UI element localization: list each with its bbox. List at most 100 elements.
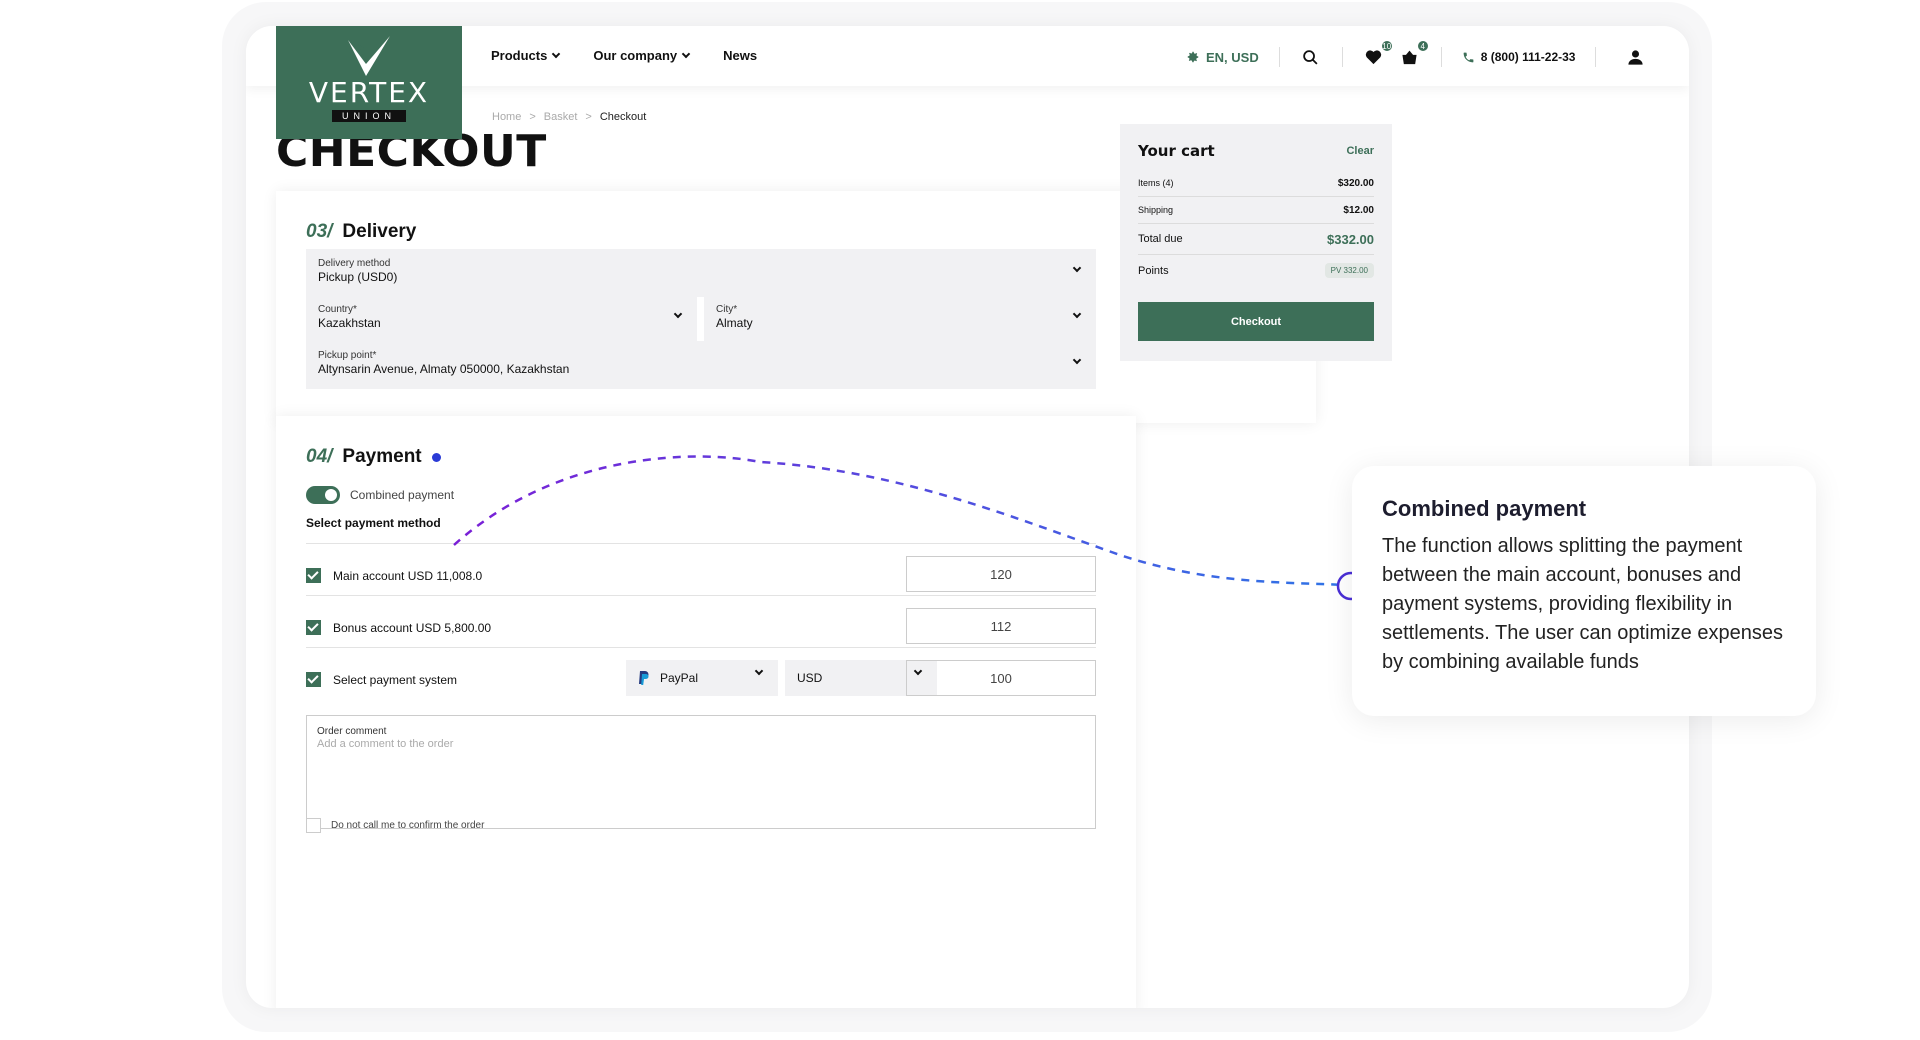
delivery-method-select[interactable]: Delivery method Pickup (USD0) xyxy=(306,249,1096,297)
section-number: 04/ xyxy=(306,446,333,467)
checkmark-logo-icon xyxy=(348,36,390,76)
combined-payment-toggle[interactable] xyxy=(306,486,340,504)
payment-system-value: PayPal xyxy=(660,671,699,685)
user-icon xyxy=(1628,49,1643,65)
option-label: Do not call me to confirm the order xyxy=(331,820,485,831)
header-actions: EN, USD 10 4 8 (800) 111-22-33 xyxy=(1186,40,1646,68)
bonus-account-amount-input[interactable]: 112 xyxy=(906,608,1096,644)
gear-icon xyxy=(1187,51,1199,63)
option-label: Bonus account USD 5,800.00 xyxy=(333,620,492,635)
breadcrumb-separator: > xyxy=(529,111,536,123)
chevron-down-icon xyxy=(754,666,764,676)
cart-summary: Your cart Clear Items (4) $320.00 Shippi… xyxy=(1120,124,1392,361)
callout-dot-icon xyxy=(431,453,441,462)
breadcrumb: Home > Basket > Checkout xyxy=(492,111,646,123)
callout-title: Combined payment xyxy=(1382,496,1587,521)
phone-link[interactable]: 8 (800) 111-22-33 xyxy=(1462,50,1576,64)
pickup-point-select[interactable]: Pickup point* Altynsarin Avenue, Almaty … xyxy=(306,341,1096,389)
checkout-button[interactable]: Checkout xyxy=(1138,302,1374,341)
city-select[interactable]: City* Almaty xyxy=(704,295,1096,343)
nav-news[interactable]: News xyxy=(723,48,757,63)
cart-row-items: Items (4) $320.00 xyxy=(1138,170,1374,197)
main-account-option[interactable]: Main account USD 11,008.0 xyxy=(306,568,482,583)
currency-value: USD xyxy=(797,671,823,685)
breadcrumb-home[interactable]: Home xyxy=(492,111,521,123)
country-select[interactable]: Country* Kazakhstan xyxy=(306,295,697,343)
breadcrumb-basket[interactable]: Basket xyxy=(544,111,578,123)
nav-label: News xyxy=(723,48,758,63)
section-number: 03/ xyxy=(306,221,333,242)
bonus-account-option[interactable]: Bonus account USD 5,800.00 xyxy=(306,620,491,635)
payment-system-amount-input[interactable]: 100 xyxy=(906,660,1096,696)
payment-system-checkbox[interactable] xyxy=(306,672,321,687)
delivery-heading: 03/ Delivery xyxy=(306,221,416,243)
field-value: Kazakhstan xyxy=(318,316,381,330)
nav-label: Products xyxy=(491,48,548,63)
wishlist-button[interactable]: 10 xyxy=(1363,40,1393,68)
nav-products[interactable]: Products xyxy=(491,48,561,63)
divider xyxy=(1595,47,1597,67)
section-title: Delivery xyxy=(342,221,417,242)
chevron-down-icon xyxy=(681,49,691,58)
row-label: Items (4) xyxy=(1138,178,1174,188)
total-value: $332.00 xyxy=(1327,231,1374,247)
order-comment-field[interactable]: Order comment Add a comment to the order xyxy=(306,715,1096,829)
row-label: Points xyxy=(1138,264,1169,277)
cart-button[interactable]: 4 xyxy=(1399,40,1429,68)
payment-system-option[interactable]: Select payment system xyxy=(306,672,457,687)
field-label: City* xyxy=(716,304,738,315)
cart-title: Your cart xyxy=(1138,142,1215,160)
brand-logo[interactable]: VERTEX UNION xyxy=(276,26,462,139)
bonus-account-checkbox[interactable] xyxy=(306,620,321,635)
main-nav: Products Our company News xyxy=(491,48,757,63)
wishlist-count-badge: 10 xyxy=(1380,40,1393,52)
no-call-checkbox[interactable] xyxy=(306,818,321,833)
divider xyxy=(1278,47,1280,67)
phone-number: 8 (800) 111-22-33 xyxy=(1480,50,1576,64)
cart-count-badge: 4 xyxy=(1416,40,1429,52)
callout-body: The function allows splitting the paymen… xyxy=(1382,535,1783,673)
combined-payment-row: Combined payment xyxy=(306,486,454,504)
row-label: Total due xyxy=(1138,233,1183,245)
section-title: Payment xyxy=(342,446,422,467)
divider xyxy=(1440,47,1442,67)
breadcrumb-current: Checkout xyxy=(599,111,647,123)
paypal-icon xyxy=(639,671,649,685)
divider xyxy=(1341,47,1343,67)
site-header: Products Our company News EN, USD 10 4 8… xyxy=(246,26,1689,86)
chevron-down-icon xyxy=(552,49,561,58)
row-value: $320.00 xyxy=(1337,177,1374,189)
search-button[interactable] xyxy=(1300,46,1322,68)
search-icon xyxy=(1303,49,1318,65)
payment-row-system: Select payment system PayPal USD 100 xyxy=(306,647,1096,711)
nav-label: Our company xyxy=(593,48,678,63)
field-value: Altynsarin Avenue, Almaty 050000, Kazakh… xyxy=(318,362,570,376)
option-label: Main account USD 11,008.0 xyxy=(333,568,483,583)
feature-callout: Combined payment The function allows spl… xyxy=(1352,466,1816,716)
payment-method-title: Select payment method xyxy=(306,516,441,530)
cart-row-points: Points PV 332.00 xyxy=(1138,255,1374,286)
phone-icon xyxy=(1463,52,1474,62)
field-label: Country* xyxy=(318,304,357,315)
row-value: $12.00 xyxy=(1343,204,1374,216)
basket-icon xyxy=(1402,50,1417,65)
heart-icon xyxy=(1366,50,1382,65)
main-account-amount-input[interactable]: 120 xyxy=(906,556,1096,592)
clear-cart-button[interactable]: Clear xyxy=(1346,145,1374,157)
points-badge: PV 332.00 xyxy=(1324,263,1374,278)
no-call-option[interactable]: Do not call me to confirm the order xyxy=(306,818,484,833)
cart-header: Your cart Clear xyxy=(1138,142,1374,160)
field-label: Order comment xyxy=(317,726,387,737)
breadcrumb-separator: > xyxy=(585,111,592,123)
nav-our-company[interactable]: Our company xyxy=(593,48,691,63)
account-button[interactable] xyxy=(1624,46,1646,68)
main-account-checkbox[interactable] xyxy=(306,568,321,583)
row-label: Shipping xyxy=(1138,205,1174,215)
logo-subtitle: UNION xyxy=(332,110,406,122)
payment-system-select[interactable]: PayPal xyxy=(626,660,778,696)
field-label: Pickup point* xyxy=(318,350,377,361)
payment-heading: 04/ Payment xyxy=(306,446,441,468)
cart-rows: Items (4) $320.00 Shipping $12.00 Total … xyxy=(1138,170,1374,286)
logo-wordmark: VERTEX xyxy=(308,76,430,109)
locale-switch[interactable]: EN, USD xyxy=(1186,50,1259,65)
